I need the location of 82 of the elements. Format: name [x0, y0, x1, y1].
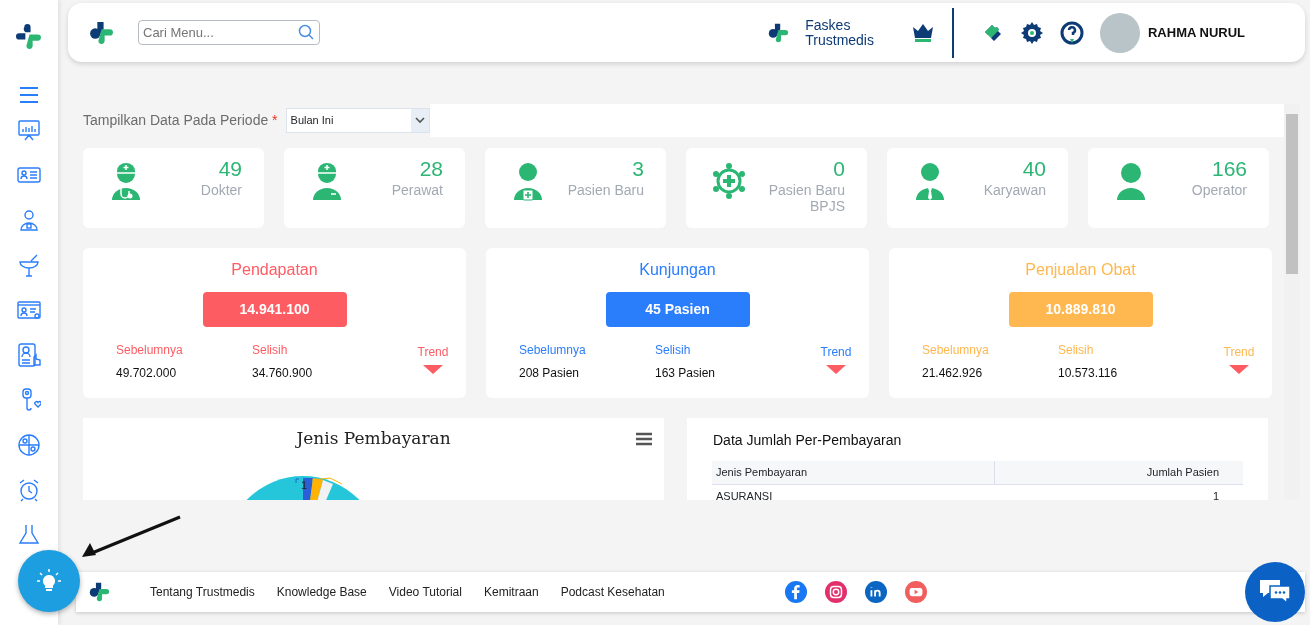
stat-label: Pasien Baru BPJS	[767, 182, 845, 214]
search-field[interactable]: Cari Menu...	[138, 20, 320, 45]
stat-label: Operator	[1190, 182, 1247, 198]
stat-label: Pasien Baru	[566, 182, 644, 198]
stat-value: 166	[1211, 156, 1247, 182]
stat-caption: Selisih	[252, 343, 289, 357]
summary-title: Penjualan Obat	[1024, 260, 1137, 280]
column-header: Jenis Pembayaran	[712, 461, 995, 484]
alarm-clock-icon[interactable]	[17, 478, 41, 502]
nurse-icon	[310, 162, 344, 202]
chart-title: Jenis Pembayaran	[296, 427, 451, 450]
globe-icon[interactable]	[17, 433, 41, 457]
logo-icon	[88, 581, 110, 603]
user-icon	[1114, 162, 1148, 202]
stat-caption: Sebelumnya	[922, 343, 990, 357]
employee-icon	[913, 162, 947, 202]
footer-link[interactable]: Knowledge Base	[276, 583, 367, 601]
stat-value: 10.573.116	[1058, 365, 1119, 382]
stat-label: Dokter	[199, 182, 242, 198]
settings-icon[interactable]	[1020, 20, 1044, 45]
flask-icon[interactable]	[17, 523, 41, 547]
stat-caption: Selisih	[1058, 343, 1095, 357]
lightbulb-icon	[36, 568, 62, 594]
footer-link[interactable]: Kemitraan	[483, 583, 539, 601]
stat-value: 40	[1022, 156, 1046, 182]
stat-value: 3	[632, 156, 644, 182]
summary-value: 10.889.810	[1008, 292, 1153, 327]
chat-button[interactable]	[1245, 562, 1305, 622]
stat-caption: Sebelumnya	[116, 343, 184, 357]
people-circle-icon	[712, 162, 746, 202]
stat-caption: Selisih	[655, 343, 692, 357]
search-icon	[298, 24, 314, 40]
patient-touch-icon[interactable]	[17, 343, 41, 367]
menu-icon[interactable]	[19, 86, 39, 104]
column-header: Jumlah Pasien	[994, 461, 1223, 484]
footer-link[interactable]: Video Tutorial	[388, 583, 462, 601]
table-title: Data Jumlah Per-Pembayaran	[712, 431, 903, 450]
video-icon[interactable]	[904, 581, 927, 603]
required-mark: *	[272, 112, 278, 128]
trend-label: Trend	[820, 345, 852, 359]
stat-value: 28	[419, 156, 443, 182]
period-label: Tampilkan Data Pada Periode *	[83, 111, 278, 130]
logo-icon	[767, 21, 790, 44]
pharmacy-bowl-icon[interactable]	[17, 253, 41, 277]
footer-link[interactable]: Podcast Kesehatan	[560, 583, 665, 601]
stat-label: Karyawan	[982, 182, 1046, 198]
trend-label: Trend	[1223, 345, 1255, 359]
caret-icon	[414, 117, 425, 124]
stat-label: Perawat	[390, 182, 443, 198]
period-select[interactable]: Bulan Ini	[285, 108, 430, 133]
document-card-icon[interactable]	[17, 298, 41, 322]
stat-value: 0	[833, 156, 845, 182]
crown-icon[interactable]	[912, 22, 934, 43]
logo-icon[interactable]	[16, 24, 42, 50]
summary-title: Kunjungan	[638, 260, 717, 280]
summary-title: Pendapatan	[230, 260, 319, 280]
trend-label: Trend	[417, 345, 449, 359]
presentation-chart-icon[interactable]	[17, 118, 41, 142]
linkedin-icon[interactable]	[864, 581, 887, 603]
table-cell: ASURANSI	[712, 484, 995, 500]
facebook-icon[interactable]	[784, 581, 807, 603]
user-icon[interactable]	[17, 208, 41, 232]
summary-value: 14.941.100	[202, 292, 347, 327]
stat-value: 208 Pasien	[519, 365, 581, 382]
summary-value: 45 Pasien	[605, 292, 750, 327]
footer-link[interactable]: Tentang Trustmedis	[150, 583, 255, 601]
doctor-icon	[109, 162, 143, 202]
clinic-name: Faskes Trustmedis	[805, 17, 874, 48]
stat-value: 49	[218, 156, 242, 182]
user-name[interactable]: RAHMA NURUL	[1148, 22, 1245, 43]
stat-value: 163 Pasien	[655, 365, 717, 382]
table-cell: 1	[994, 484, 1223, 500]
stat-caption: Sebelumnya	[519, 343, 587, 357]
help-icon[interactable]	[1060, 20, 1084, 45]
instagram-icon[interactable]	[824, 581, 847, 603]
patient-icon	[511, 162, 545, 202]
menu-icon[interactable]	[636, 432, 652, 446]
chart-data-label: 1	[301, 480, 308, 491]
stat-value: 34.760.900	[252, 365, 314, 382]
logo-icon	[88, 19, 114, 46]
stat-value: 21.462.926	[922, 365, 984, 382]
stat-value: 49.702.000	[116, 365, 178, 382]
